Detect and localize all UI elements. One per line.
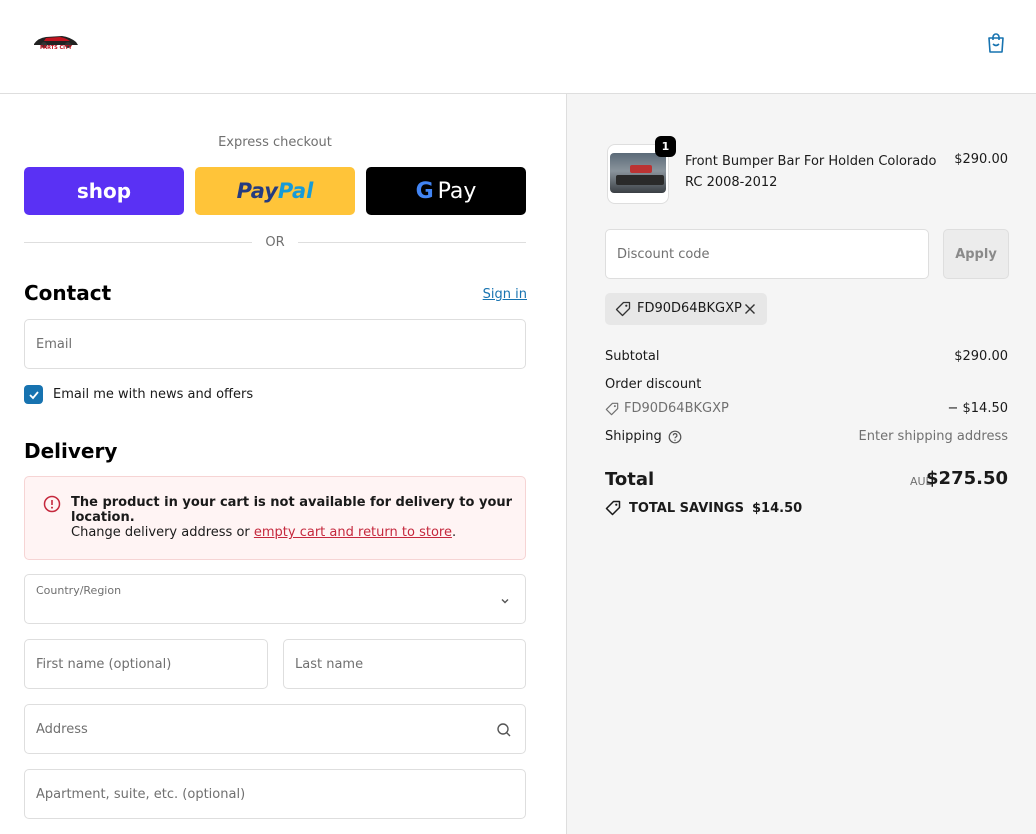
google-pay-button[interactable]: G Pay [366,167,526,215]
order-discount-value: − $14.50 [947,401,1008,416]
checkout-form: Express checkout shop Pay Pal G Pay OR Co… [0,94,566,834]
chevron-down-icon [501,599,509,604]
apply-discount-button[interactable]: Apply [943,229,1009,279]
alert-body: Change delivery address or empty cart an… [71,525,456,540]
last-name-placeholder: Last name [295,657,364,672]
discount-code-field[interactable]: Discount code [605,229,929,279]
alert-body-prefix: Change delivery address or [71,525,254,540]
delivery-heading: Delivery [24,439,118,463]
applied-discount-chip: FD90D64BKGXP [605,293,767,325]
shop-pay-label: shop [76,179,132,203]
newsletter-label: Email me with news and offers [53,387,254,402]
newsletter-checkbox[interactable] [24,385,43,404]
contact-heading: Contact [24,281,112,305]
first-name-field[interactable]: First name (optional) [24,639,268,689]
first-name-placeholder: First name (optional) [36,657,172,672]
google-g-icon: G [415,178,434,204]
quantity-badge: 1 [655,136,676,157]
remove-discount-close-icon[interactable] [743,302,757,316]
subtotal-value: $290.00 [954,349,1008,364]
paypal-label-part2: Pal [277,179,314,203]
subtotal-label: Subtotal [605,349,660,364]
address-field[interactable]: Address [24,704,526,754]
alert-body-suffix: . [451,525,457,540]
product-price: $290.00 [954,152,1008,167]
address-placeholder: Address [36,722,88,737]
country-select[interactable]: Country/Region [24,574,526,624]
product-image-detail [616,175,664,185]
apartment-placeholder: Apartment, suite, etc. (optional) [36,787,246,802]
google-pay-label: Pay [437,178,477,204]
or-divider: OR [24,234,526,250]
delivery-error-alert: The product in your cart is not availabl… [24,476,526,560]
email-field[interactable]: Email [24,319,526,369]
product-name: Front Bumper Bar For Holden Colorado RC … [685,154,937,190]
shipping-value: Enter shipping address [858,429,1008,444]
order-discount-code-row: FD90D64BKGXP [605,401,729,416]
paypal-button[interactable]: Pay Pal [195,167,355,215]
order-discount-code: FD90D64BKGXP [624,401,729,416]
tag-icon [615,301,631,317]
sign-in-link[interactable]: Sign in [483,287,527,302]
shopping-bag-icon[interactable] [984,31,1008,55]
discount-placeholder: Discount code [617,247,710,262]
shipping-row: Shipping [605,429,682,444]
express-checkout-label: Express checkout [218,135,332,150]
total-value: $275.50 [926,468,1008,489]
last-name-field[interactable]: Last name [283,639,526,689]
or-text: OR [265,235,285,250]
applied-discount-code: FD90D64BKGXP [637,301,742,316]
search-icon [497,723,511,737]
total-savings: TOTAL SAVINGS $14.50 [605,500,802,516]
apartment-field[interactable]: Apartment, suite, etc. (optional) [24,769,526,819]
product-image [610,153,666,193]
error-icon [43,495,61,513]
store-logo[interactable]: PARTS CITY [32,32,80,54]
country-label: Country/Region [36,584,122,597]
tag-icon [605,500,621,516]
paypal-label-part1: Pay [236,179,278,203]
savings-label: TOTAL SAVINGS [629,500,745,516]
email-placeholder: Email [36,337,73,352]
shop-pay-button[interactable]: shop [24,167,184,215]
empty-cart-link[interactable]: empty cart and return to store [254,525,452,540]
checkmark-icon [28,390,39,399]
shipping-label: Shipping [605,429,662,444]
checkout-header: PARTS CITY [0,0,1036,94]
tag-icon [605,402,619,415]
logo-text: PARTS CITY [40,45,73,51]
alert-title: The product in your cart is not availabl… [71,495,513,525]
order-summary: 1 Front Bumper Bar For Holden Colorado R… [566,94,1036,834]
total-label: Total [605,469,655,490]
order-discount-label: Order discount [605,377,702,392]
help-icon[interactable] [668,430,682,444]
product-image-detail [630,165,652,173]
savings-value: $14.50 [752,500,803,516]
